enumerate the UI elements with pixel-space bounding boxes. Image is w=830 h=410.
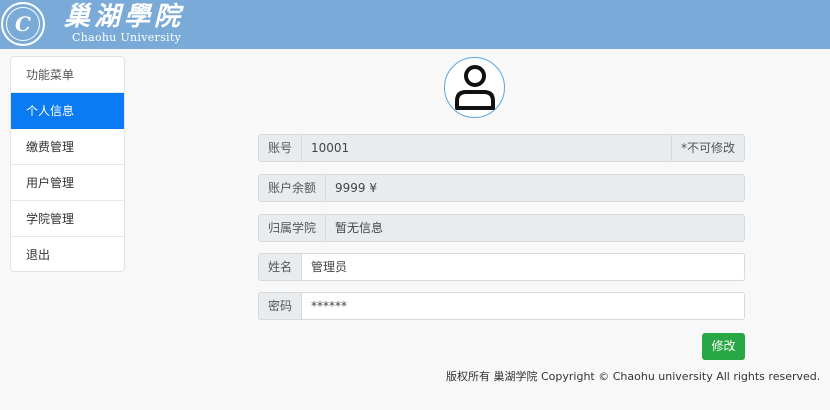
top-banner: C 巢湖學院 Chaohu University xyxy=(0,0,830,49)
balance-value: 9999 ¥ xyxy=(326,175,744,201)
university-name-cn: 巢湖學院 xyxy=(64,2,185,32)
function-menu: 功能菜单 个人信息 缴费管理 用户管理 学院管理 退出 xyxy=(10,56,125,272)
copyright-footer: 版权所有 巢湖学院 Copyright © Chaohu university … xyxy=(446,370,821,383)
menu-item-college-management[interactable]: 学院管理 xyxy=(11,201,124,237)
balance-label: 账户余额 xyxy=(259,175,327,201)
seal-mark: C xyxy=(15,12,31,36)
password-input[interactable]: ****** xyxy=(302,293,744,319)
password-field: 密码 ****** xyxy=(258,292,745,320)
menu-item-personal-info[interactable]: 个人信息 xyxy=(11,93,124,129)
menu-item-logout[interactable]: 退出 xyxy=(11,237,124,271)
menu-header: 功能菜单 xyxy=(11,57,124,93)
avatar xyxy=(444,57,505,118)
account-field: 账号 10001 *不可修改 xyxy=(258,134,745,162)
college-field: 归属学院 暂无信息 xyxy=(258,214,745,242)
user-icon xyxy=(455,65,495,110)
college-value: 暂无信息 xyxy=(326,215,744,241)
account-readonly-note: *不可修改 xyxy=(670,135,744,161)
modify-button[interactable]: 修改 xyxy=(702,333,745,360)
name-label: 姓名 xyxy=(259,254,303,280)
password-label: 密码 xyxy=(259,293,303,319)
name-input[interactable]: 管理员 xyxy=(302,254,744,280)
university-name-en: Chaohu University xyxy=(72,31,182,44)
account-label: 账号 xyxy=(259,135,303,161)
college-label: 归属学院 xyxy=(259,215,327,241)
balance-field: 账户余额 9999 ¥ xyxy=(258,174,745,202)
menu-item-payment-management[interactable]: 缴费管理 xyxy=(11,129,124,165)
university-seal-icon: C xyxy=(1,2,45,46)
name-field: 姓名 管理员 xyxy=(258,253,745,281)
account-value: 10001 xyxy=(302,135,671,161)
menu-item-user-management[interactable]: 用户管理 xyxy=(11,165,124,201)
